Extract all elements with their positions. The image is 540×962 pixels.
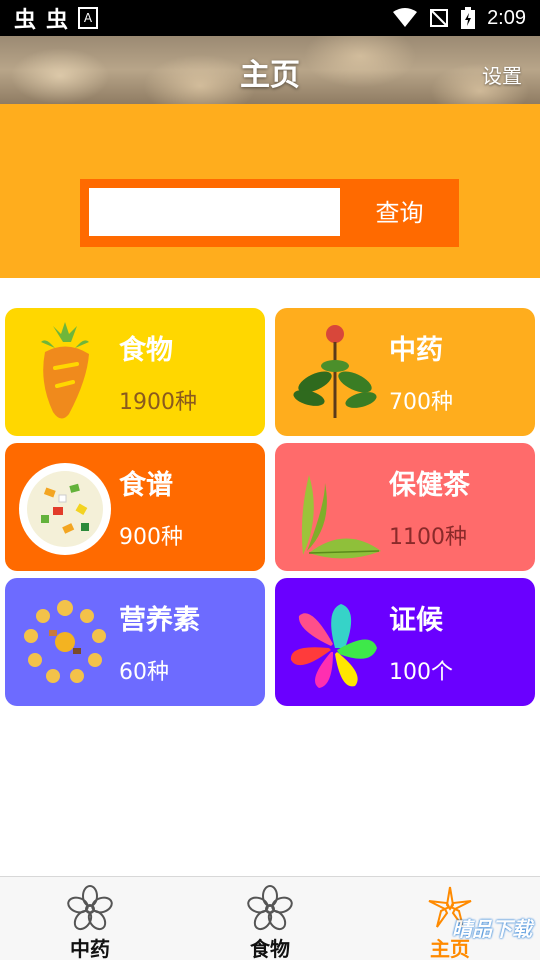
status-right: 2:09	[393, 7, 526, 30]
bottom-nav: 中药 食物 主页 晴品下载	[0, 876, 540, 961]
watermark: 晴品下载	[452, 917, 532, 941]
card-title: 营养素	[119, 605, 200, 636]
card-count: 700种	[389, 390, 453, 415]
flower-outline-icon	[67, 885, 113, 931]
card-title: 保健茶	[389, 470, 470, 501]
category-card-recipes[interactable]: 食谱 900种	[5, 443, 265, 571]
header-banner: 主页 设置	[0, 36, 540, 104]
nav-tab-food[interactable]: 食物	[180, 877, 360, 961]
app-icon-2: 虫	[46, 8, 69, 33]
nav-label: 食物	[250, 937, 290, 961]
clock: 2:09	[487, 6, 526, 29]
carrot-icon	[41, 322, 89, 419]
salad-plate-icon	[19, 463, 111, 555]
card-title: 中药	[389, 335, 443, 366]
app-icon-1: 虫	[14, 8, 37, 33]
tea-leaf-icon	[301, 475, 381, 559]
card-title: 食物	[119, 335, 173, 366]
category-card-syndromes[interactable]: 证候 100个	[275, 578, 535, 706]
a-icon: A	[78, 7, 99, 29]
card-count: 1100种	[389, 525, 467, 550]
search-panel: 查询	[0, 104, 540, 278]
no-signal-icon	[430, 9, 449, 27]
category-card-tea[interactable]: 保健茶 1100种	[275, 443, 535, 571]
petal-flower-icon	[290, 604, 377, 688]
vitamins-icon	[24, 600, 106, 683]
settings-button[interactable]: 设置	[482, 60, 522, 89]
battery-charging-icon	[461, 7, 476, 29]
search-box: 查询	[80, 179, 459, 247]
category-card-food[interactable]: 食物 1900种	[5, 308, 265, 436]
page-title: 主页	[240, 58, 300, 93]
status-bar: 虫 虫 A 2:09	[0, 0, 540, 36]
nav-label: 中药	[70, 937, 110, 961]
search-input[interactable]	[89, 188, 340, 236]
wifi-icon	[393, 8, 418, 27]
category-card-nutrients[interactable]: 营养素 60种	[5, 578, 265, 706]
card-count: 900种	[119, 525, 183, 550]
nav-tab-herbs[interactable]: 中药	[0, 877, 180, 961]
status-left: 虫 虫 A	[14, 2, 99, 34]
card-title: 证候	[389, 605, 443, 636]
card-count: 1900种	[119, 390, 197, 415]
herb-plant-icon	[293, 325, 377, 418]
nav-tab-home[interactable]: 主页 晴品下载	[360, 877, 540, 961]
card-title: 食谱	[119, 470, 173, 501]
card-count: 100个	[389, 660, 453, 685]
search-button[interactable]: 查询	[348, 188, 451, 236]
flower-outline-icon	[247, 885, 293, 931]
card-count: 60种	[119, 660, 169, 685]
category-card-herbs[interactable]: 中药 700种	[275, 308, 535, 436]
